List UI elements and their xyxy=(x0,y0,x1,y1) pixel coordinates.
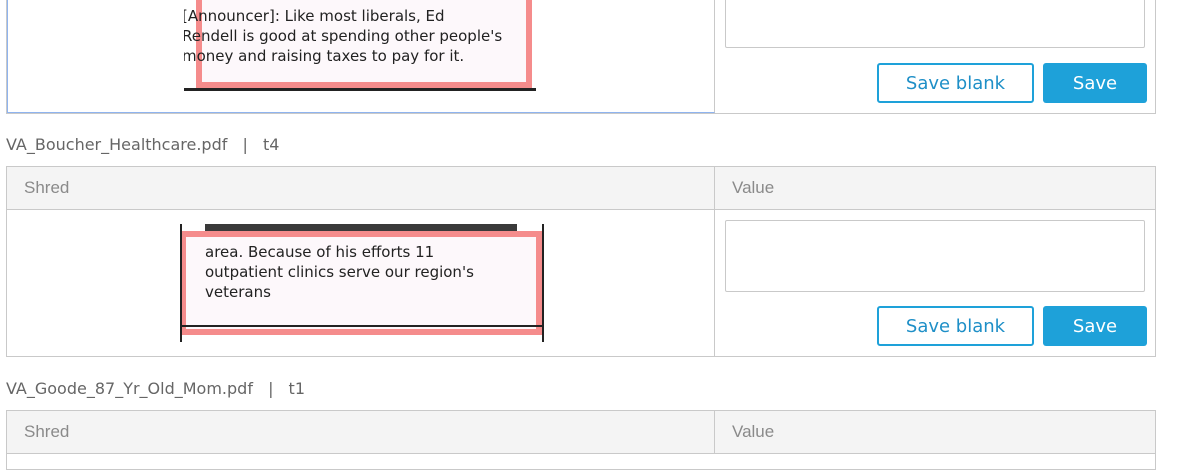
save-blank-button[interactable]: Save blank xyxy=(877,306,1034,346)
shred-image: area. Because of his efforts 11 outpatie… xyxy=(180,224,548,344)
shred-cell: area. Because of his efforts 11 outpatie… xyxy=(7,210,715,357)
column-header-shred: Shred xyxy=(7,411,715,453)
record-caption: VA_Goode_87_Yr_Old_Mom.pdf | t1 xyxy=(6,379,305,398)
record-panel-3: Shred Value xyxy=(6,410,1156,470)
column-header-value: Value xyxy=(732,422,775,441)
record-panel-2: Shred Value area. Because of his efforts… xyxy=(6,166,1156,357)
save-blank-button[interactable]: Save blank xyxy=(877,63,1034,103)
record-caption: VA_Boucher_Healthcare.pdf | t4 xyxy=(6,135,279,154)
shred-text: [Announcer]: Like most liberals, Ed Rend… xyxy=(184,7,503,65)
value-input[interactable] xyxy=(725,0,1145,48)
value-input[interactable] xyxy=(725,220,1145,292)
column-header-value: Value xyxy=(732,178,775,197)
file-name: VA_Boucher_Healthcare.pdf xyxy=(6,135,228,154)
caption-separator: | xyxy=(268,379,274,398)
save-button[interactable]: Save xyxy=(1043,306,1147,346)
shred-image: [Announcer]: Like most liberals, Ed Rend… xyxy=(184,0,540,92)
record-panel-1: [Announcer]: Like most liberals, Ed Rend… xyxy=(6,0,1156,114)
caption-separator: | xyxy=(242,135,248,154)
column-header-shred: Shred xyxy=(7,167,715,209)
value-cell: Save blank Save xyxy=(715,210,1155,357)
shred-cell: [Announcer]: Like most liberals, Ed Rend… xyxy=(7,0,715,113)
save-button[interactable]: Save xyxy=(1043,63,1147,103)
tag-label: t4 xyxy=(262,135,280,154)
table-header: Shred Value xyxy=(7,411,1155,454)
table-header: Shred Value xyxy=(7,167,1155,210)
tag-label: t1 xyxy=(288,379,305,398)
file-name: VA_Goode_87_Yr_Old_Mom.pdf xyxy=(6,379,253,398)
shred-text: area. Because of his efforts 11 outpatie… xyxy=(205,243,474,301)
value-cell: Save blank Save xyxy=(715,0,1155,113)
